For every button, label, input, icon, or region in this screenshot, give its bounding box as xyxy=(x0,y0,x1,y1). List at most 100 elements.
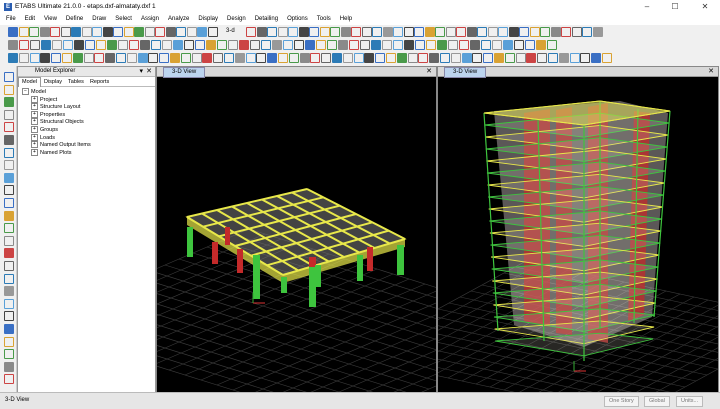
zoom-window-icon[interactable] xyxy=(102,27,113,37)
new-model-icon[interactable] xyxy=(540,27,550,37)
run-analysis-icon[interactable] xyxy=(81,27,92,37)
elevation-view-icon[interactable] xyxy=(176,27,186,37)
draw-wall-icon[interactable] xyxy=(4,147,14,158)
3d-view-icon[interactable] xyxy=(155,27,165,37)
intersect-icon[interactable] xyxy=(4,248,14,259)
move-up-icon[interactable] xyxy=(207,27,218,37)
unlock-icon[interactable] xyxy=(41,40,51,50)
zoom-window-icon[interactable] xyxy=(267,27,277,37)
extrude-icon[interactable] xyxy=(191,53,202,63)
forces-icon[interactable] xyxy=(445,27,456,37)
link-icon[interactable] xyxy=(349,40,359,50)
extrude-icon[interactable] xyxy=(414,27,424,37)
graph-icon[interactable] xyxy=(234,53,245,63)
run-analysis-icon[interactable] xyxy=(396,53,407,63)
elevation-view-icon[interactable] xyxy=(116,53,126,63)
run-analysis-icon[interactable] xyxy=(246,27,256,37)
etabs-app-icon[interactable]: E xyxy=(4,3,12,11)
extrude-icon[interactable] xyxy=(228,40,238,50)
rotate-icon[interactable] xyxy=(504,53,515,63)
pin-icon[interactable]: ▾ xyxy=(139,67,143,76)
close-icon[interactable]: ✕ xyxy=(426,67,432,76)
display-options-icon[interactable] xyxy=(424,27,435,37)
draw-grid-icon[interactable] xyxy=(4,223,14,234)
expand-icon[interactable]: + xyxy=(31,103,38,111)
menu-help[interactable]: Help xyxy=(336,14,357,25)
object-shrink-icon[interactable] xyxy=(548,53,558,63)
redo-icon[interactable] xyxy=(404,40,414,50)
draw-line-icon[interactable] xyxy=(4,97,14,108)
zoom-out-icon[interactable] xyxy=(277,27,288,37)
save-icon[interactable] xyxy=(29,27,39,37)
table-icon[interactable] xyxy=(283,40,293,50)
3d-view-icon[interactable] xyxy=(319,27,330,37)
menu-select[interactable]: Select xyxy=(111,14,137,25)
shell-icon[interactable] xyxy=(338,40,348,50)
section-cut-icon[interactable] xyxy=(4,298,14,309)
link-icon[interactable] xyxy=(529,27,540,37)
menu-analyze[interactable]: Analyze xyxy=(164,14,194,25)
unlock-icon[interactable] xyxy=(426,40,436,50)
undo-icon[interactable] xyxy=(39,27,50,37)
expand-icon[interactable]: + xyxy=(31,126,38,133)
text-icon[interactable] xyxy=(4,324,14,334)
redo-icon[interactable] xyxy=(19,40,29,50)
save-icon[interactable] xyxy=(561,27,571,37)
forces-icon[interactable] xyxy=(261,40,271,50)
lock-icon[interactable] xyxy=(592,27,603,37)
redo-icon[interactable] xyxy=(582,27,592,37)
zoom-out-icon[interactable] xyxy=(113,27,123,37)
menu-define[interactable]: Define xyxy=(62,14,88,25)
rotate-icon[interactable] xyxy=(351,27,361,37)
perspective-icon[interactable] xyxy=(173,40,183,50)
menu-file[interactable]: File xyxy=(2,14,21,25)
rotate-icon[interactable] xyxy=(547,40,557,50)
draw-dimension-icon[interactable] xyxy=(4,210,14,221)
move-down-icon[interactable] xyxy=(537,53,548,63)
frame-section-icon[interactable] xyxy=(498,27,508,37)
object-shrink-icon[interactable] xyxy=(170,53,180,63)
set-display-icon[interactable] xyxy=(403,27,414,37)
shell-icon[interactable] xyxy=(299,53,310,63)
display-options-icon[interactable] xyxy=(580,53,591,63)
plan-view-icon[interactable] xyxy=(483,53,494,63)
elevation-view-icon[interactable] xyxy=(494,53,504,63)
zoom-in-icon[interactable] xyxy=(448,40,458,50)
maximize-button[interactable]: ☐ xyxy=(664,2,686,12)
snap-icon[interactable] xyxy=(4,261,14,271)
minimize-button[interactable]: – xyxy=(636,2,658,12)
quick-draw-icon[interactable] xyxy=(4,198,14,208)
zoom-fit-icon[interactable] xyxy=(481,40,491,50)
expand-icon[interactable]: + xyxy=(31,148,38,156)
pointer-icon[interactable] xyxy=(4,72,14,82)
menu-detailing[interactable]: Detailing xyxy=(251,14,283,25)
design-icon[interactable] xyxy=(256,53,267,63)
refresh-icon[interactable] xyxy=(83,53,94,63)
frame-section-icon[interactable] xyxy=(316,40,326,50)
close-icon[interactable]: ✕ xyxy=(708,67,714,76)
zoom-in-icon[interactable] xyxy=(407,53,418,63)
text-tool-icon[interactable] xyxy=(487,27,498,37)
member-icon[interactable] xyxy=(327,40,337,50)
tab-reports[interactable]: Reports xyxy=(87,78,112,87)
close-button[interactable]: ✕ xyxy=(694,2,716,12)
pan-icon[interactable] xyxy=(450,53,461,63)
rotate-icon[interactable] xyxy=(162,40,172,50)
deformed-shape-icon[interactable] xyxy=(591,53,602,63)
refresh-icon[interactable] xyxy=(309,27,319,37)
menu-assign[interactable]: Assign xyxy=(137,14,164,25)
unlock-icon[interactable] xyxy=(71,27,81,37)
zoom-in-icon[interactable] xyxy=(92,27,102,37)
move-up-icon[interactable] xyxy=(372,27,382,37)
3d-view-icon[interactable] xyxy=(129,40,139,50)
pan-icon[interactable] xyxy=(492,40,502,50)
design-icon[interactable] xyxy=(294,40,304,50)
reshape-icon[interactable] xyxy=(4,311,14,322)
menu-display[interactable]: Display xyxy=(194,14,223,25)
zoom-out-icon[interactable] xyxy=(470,40,480,50)
zoom-fit-icon[interactable] xyxy=(440,53,450,63)
new-model-icon[interactable] xyxy=(321,53,332,63)
plan-view-icon[interactable] xyxy=(165,27,176,37)
zoom-window-icon[interactable] xyxy=(74,40,84,50)
tab-model[interactable]: Model xyxy=(18,77,41,87)
